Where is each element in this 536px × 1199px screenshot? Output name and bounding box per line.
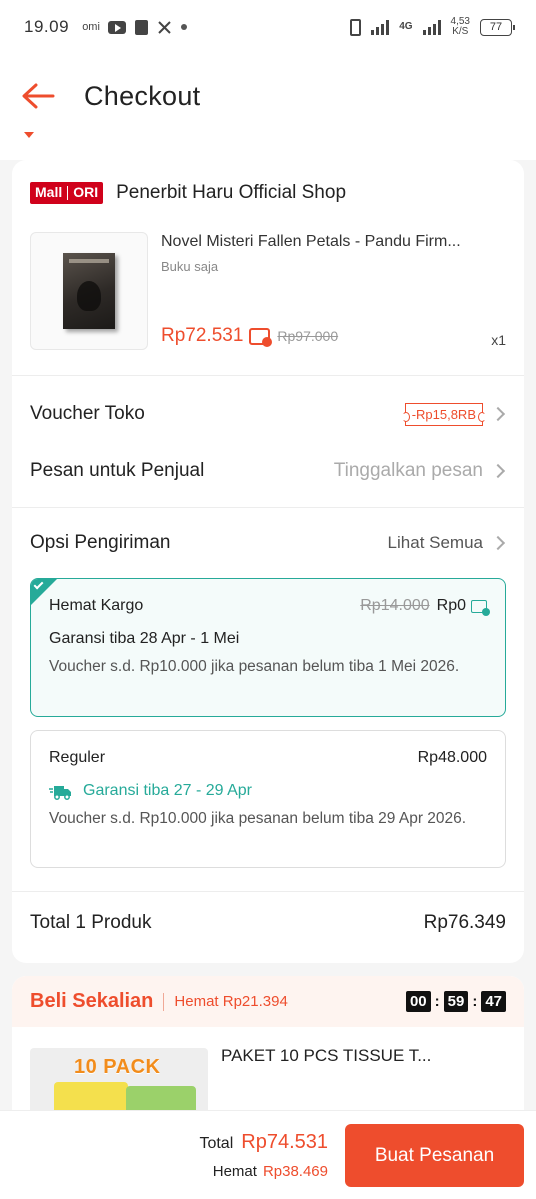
vibrate-icon	[350, 18, 362, 36]
fast-truck-icon	[49, 786, 71, 800]
grand-total-label: Total	[199, 1135, 234, 1152]
promo-header: Beli Sekalian Hemat Rp21.394 00 : 59 : 4…	[12, 976, 524, 1027]
shipping-option-hemat-kargo[interactable]: Hemat Kargo Rp14.000 Rp0 Garansi tiba 28…	[30, 578, 506, 717]
free-shipping-icon	[471, 599, 490, 616]
shipping-price: Rp48.000	[418, 749, 487, 767]
ori-badge-label: ORI	[73, 184, 99, 200]
message-row[interactable]: Pesan untuk Penjual Tinggalkan pesan	[30, 453, 506, 489]
price-current: Rp72.531	[161, 325, 244, 346]
voucher-right: -Rp15,8RB	[401, 402, 506, 426]
shipping-header-row: Opsi Pengiriman Lihat Semua	[30, 525, 506, 561]
total-savings-label: Hemat	[212, 1163, 257, 1180]
status-bar: 19.09 omi 4G 4,53 K/S 77	[0, 0, 536, 54]
countdown-timer: 00 : 59 : 47	[405, 991, 506, 1012]
place-order-button[interactable]: Buat Pesanan	[345, 1124, 524, 1187]
shipping-price: Rp14.000 Rp0	[360, 597, 490, 616]
promo-separator	[163, 992, 165, 1011]
notification-icons: omi	[82, 19, 188, 35]
timer-seconds: 47	[481, 991, 506, 1012]
shipping-price-now: Rp48.000	[417, 749, 487, 766]
voucher-row[interactable]: Voucher Toko -Rp15,8RB	[30, 396, 506, 432]
chevron-right-icon	[490, 463, 506, 479]
signal-icon	[371, 19, 390, 35]
voucher-label: Voucher Toko	[30, 403, 145, 424]
shipping-note: Voucher s.d. Rp10.000 jika pesanan belum…	[49, 810, 467, 827]
promo-title: Beli Sekalian	[30, 990, 154, 1012]
product-quantity: x1	[491, 332, 506, 348]
omi-icon: omi	[82, 21, 100, 33]
shop-name: Penerbit Haru Official Shop	[116, 182, 347, 203]
promo-product-title[interactable]: PAKET 10 PCS TISSUE T...	[221, 1046, 506, 1066]
product-image	[30, 232, 148, 350]
mall-badge-label: Mall	[35, 184, 63, 200]
product-price: Rp72.531 Rp97.000	[161, 325, 338, 347]
see-all-link[interactable]: Lihat Semua	[388, 533, 506, 553]
checkout-bottom-bar: Total Rp74.531 Hemat Rp38.469 Buat Pesan…	[0, 1110, 536, 1199]
shipping-price-now: Rp0	[436, 597, 466, 614]
chevron-right-icon	[490, 406, 506, 422]
timer-colon: :	[434, 993, 440, 1010]
total-savings-value: Rp38.469	[262, 1163, 328, 1180]
more-dot-icon	[181, 24, 188, 30]
grand-total: Total Rp74.531	[199, 1131, 328, 1154]
total-products-label: Total 1 Produk	[30, 912, 152, 933]
network-type: 4G	[399, 21, 413, 32]
grand-total-value: Rp74.531	[241, 1131, 328, 1153]
price-original: Rp97.000	[277, 328, 339, 344]
promo-image-text: 10 PACK	[74, 1056, 161, 1078]
shipping-note: Voucher s.d. Rp10.000 jika pesanan belum…	[49, 658, 460, 675]
mall-ori-badge: Mall ORI	[30, 182, 104, 204]
chevron-right-icon	[490, 535, 506, 551]
shipping-eta: Garansi tiba 28 Apr - 1 Mei	[49, 630, 240, 647]
total-products-row: Total 1 Produk Rp76.349	[30, 912, 506, 934]
shop-row: Mall ORI Penerbit Haru Official Shop	[30, 182, 346, 204]
network-speed: 4,53 K/S	[451, 17, 470, 37]
youtube-icon	[108, 20, 127, 34]
shopping-bag-icon	[135, 19, 149, 35]
timer-minutes: 59	[443, 991, 469, 1012]
see-all-label: Lihat Semua	[387, 533, 483, 552]
product-title: Novel Misteri Fallen Petals - Pandu Firm…	[161, 233, 461, 250]
message-label: Pesan untuk Penjual	[30, 460, 205, 481]
divider	[12, 507, 524, 508]
order-card: Mall ORI Penerbit Haru Official Shop Nov…	[12, 160, 524, 963]
x-icon	[158, 20, 171, 34]
total-savings: Hemat Rp38.469	[213, 1163, 328, 1180]
location-pin-icon	[24, 132, 34, 138]
divider	[12, 891, 524, 892]
page-title: Checkout	[84, 80, 201, 111]
shipping-name: Reguler	[49, 749, 106, 766]
address-strip[interactable]	[0, 124, 536, 160]
product-variant: Buku saja	[161, 259, 219, 274]
shipping-eta: Garansi tiba 27 - 29 Apr	[83, 782, 252, 799]
message-input[interactable]: Tinggalkan pesan	[334, 460, 483, 482]
signal-icon-2	[422, 19, 441, 35]
back-arrow-icon	[22, 83, 55, 109]
discount-badge-icon	[249, 327, 273, 347]
status-time: 19.09	[24, 17, 70, 36]
battery-icon: 77	[480, 18, 515, 36]
shipping-price-old: Rp14.000	[360, 597, 430, 614]
shipping-option-reguler[interactable]: Reguler Rp48.000 Garansi tiba 27 - 29 Ap…	[30, 730, 506, 868]
back-button[interactable]	[18, 76, 58, 116]
timer-colon: :	[472, 993, 478, 1010]
shipping-name: Hemat Kargo	[49, 597, 144, 614]
total-products-value: Rp76.349	[423, 912, 506, 933]
shipping-label: Opsi Pengiriman	[30, 532, 171, 553]
voucher-value-tag: -Rp15,8RB	[401, 402, 487, 426]
network-speed-unit: K/S	[452, 26, 469, 37]
system-icons: 4G 4,53 K/S 77	[350, 17, 515, 37]
divider	[12, 375, 524, 376]
promo-savings: Hemat Rp21.394	[174, 993, 288, 1010]
book-cover	[63, 253, 115, 329]
timer-hours: 00	[405, 991, 431, 1012]
message-right: Tinggalkan pesan	[334, 460, 506, 482]
